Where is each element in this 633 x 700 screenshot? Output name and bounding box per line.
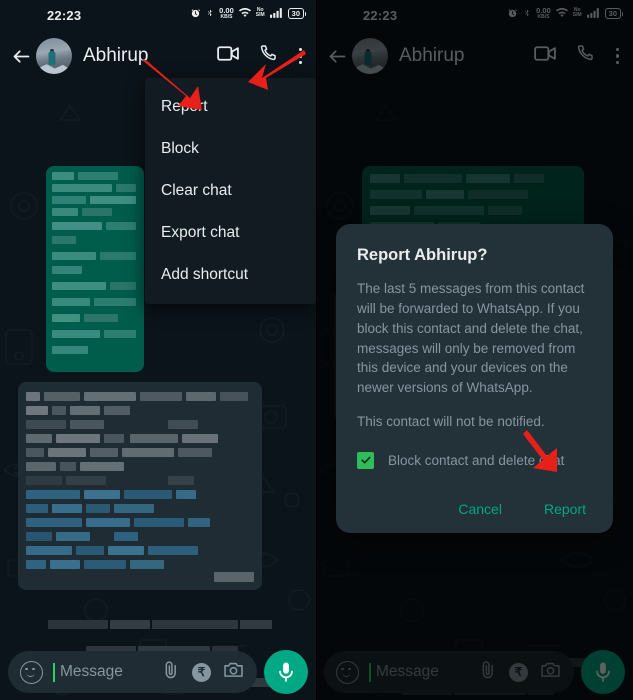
dialog-title: Report Abhirup?: [357, 246, 488, 264]
dialog-actions: Cancel Report: [357, 495, 592, 523]
alarm-icon: [190, 8, 201, 19]
no-sim-icon: No SIM: [255, 7, 265, 19]
text-caret: [53, 662, 55, 682]
menu-item-label: Clear chat: [161, 182, 232, 199]
menu-item-export-chat[interactable]: Export chat: [145, 212, 316, 254]
message-bubble-incoming[interactable]: [18, 382, 262, 590]
avatar[interactable]: [36, 38, 72, 74]
cancel-button[interactable]: Cancel: [456, 495, 504, 523]
status-icons: 0.00 KB/S No SIM 30: [190, 6, 307, 20]
status-bar-left: 22:23 0.00 KB/S No SIM 30: [0, 0, 316, 32]
message-input-pill[interactable]: Message ₹: [8, 651, 257, 693]
message-placeholder-line: [48, 620, 272, 629]
annotation-arrow-report-button: [523, 430, 557, 472]
panel-divider: [316, 0, 317, 700]
message-bubble-outgoing[interactable]: [46, 166, 144, 372]
battery-icon: 30: [287, 7, 307, 19]
report-confirm-button[interactable]: Report: [542, 495, 588, 523]
back-button[interactable]: [8, 43, 34, 69]
emoji-icon[interactable]: [20, 660, 43, 684]
signal-icon: [269, 8, 283, 19]
status-time: 22:23: [47, 8, 82, 23]
menu-item-label: Export chat: [161, 224, 240, 241]
report-dialog: Report Abhirup? The last 5 messages from…: [336, 224, 613, 533]
bluetooth-icon: [206, 7, 214, 19]
annotation-arrow-overflow: [248, 50, 306, 90]
dialog-paragraph-1: The last 5 messages from this contact wi…: [357, 281, 585, 396]
phone-screen-left: 22:23 0.00 KB/S No SIM 30 Abhirup Block …: [0, 0, 316, 700]
menu-item-clear-chat[interactable]: Clear chat: [145, 170, 316, 212]
data-speed-icon: 0.00 KB/S: [219, 6, 234, 20]
message-placeholder[interactable]: Message: [60, 663, 152, 681]
composer-icons: ₹: [162, 660, 245, 684]
checkbox-checked-icon[interactable]: [357, 451, 374, 469]
camera-icon[interactable]: [224, 661, 243, 683]
payment-icon[interactable]: ₹: [192, 662, 211, 682]
annotation-arrow-report: [142, 60, 202, 110]
composer-left: Message ₹: [0, 644, 316, 700]
menu-item-label: Block: [161, 140, 199, 157]
mic-button[interactable]: [264, 650, 308, 694]
menu-item-add-shortcut[interactable]: Add shortcut: [145, 254, 316, 296]
phone-screen-right: 22:23 0.00 KB/S No SIM: [316, 0, 633, 700]
wifi-icon: [238, 8, 251, 18]
menu-item-block[interactable]: Block: [145, 128, 316, 170]
menu-item-label: Add shortcut: [161, 266, 249, 283]
attach-icon[interactable]: [162, 660, 179, 684]
screenshot-root: 22:23 0.00 KB/S No SIM 30 Abhirup Block …: [0, 0, 633, 700]
